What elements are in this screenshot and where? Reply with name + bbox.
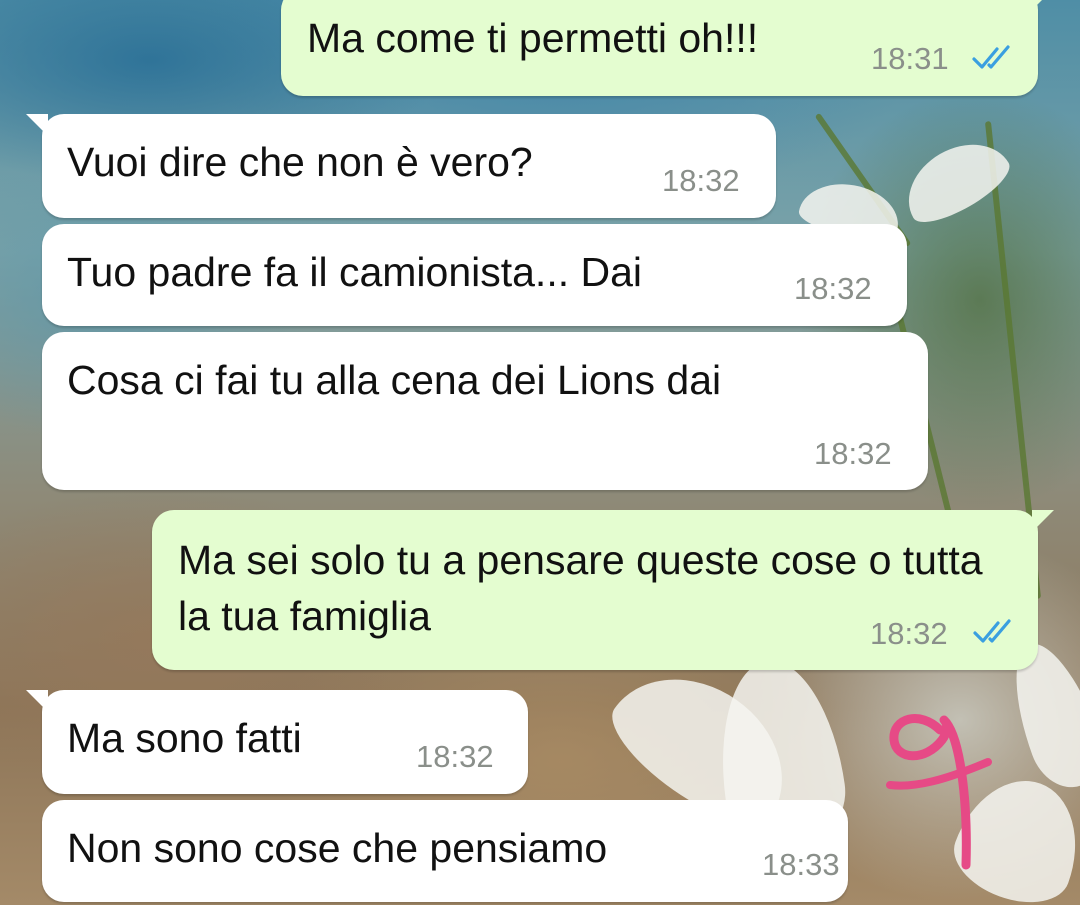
message-bubble-outgoing[interactable]: Ma sei solo tu a pensare queste cose o t… — [152, 510, 1054, 670]
handwritten-scribble-mark — [886, 714, 992, 870]
message-timestamp: 18:32 — [870, 616, 948, 651]
message-bubble-incoming[interactable]: Ma sono fatti 18:32 — [26, 690, 528, 794]
message-timestamp: 18:32 — [794, 271, 872, 306]
message-timestamp: 18:32 — [416, 739, 494, 774]
message-bubble-incoming[interactable]: Tuo padre fa il camionista... Dai 18:32 — [42, 224, 907, 326]
message-bubble-incoming[interactable]: Vuoi dire che non è vero? 18:32 — [26, 114, 776, 218]
message-text: Vuoi dire che non è vero? — [67, 139, 533, 185]
message-timestamp: 18:33 — [762, 847, 840, 882]
message-bubble-incoming[interactable]: Cosa ci fai tu alla cena dei Lions dai 1… — [42, 332, 928, 490]
message-text: Tuo padre fa il camionista... Dai — [67, 249, 643, 295]
bubble-tail — [1032, 0, 1054, 10]
message-bubble-incoming[interactable]: Non sono cose che pensiamo 18:33 — [42, 800, 848, 902]
bubble-tail — [26, 690, 48, 712]
double-check-read-icon — [972, 45, 1010, 69]
message-timestamp: 18:32 — [814, 436, 892, 471]
message-text: Cosa ci fai tu alla cena dei Lions dai — [67, 357, 722, 403]
message-timestamp: 18:32 — [662, 163, 740, 198]
chat-conversation: Ma come ti permetti oh!!! 18:31 Vuoi dir… — [0, 0, 1080, 905]
message-text: Non sono cose che pensiamo — [67, 825, 608, 871]
bubble-tail — [1032, 510, 1054, 532]
message-timestamp: 18:31 — [871, 41, 949, 76]
message-text: Ma come ti permetti oh!!! — [307, 15, 759, 61]
message-bubble-outgoing[interactable]: Ma come ti permetti oh!!! 18:31 — [281, 0, 1054, 96]
message-text: Ma sono fatti — [67, 715, 302, 761]
double-check-read-icon — [973, 619, 1011, 643]
bubble-tail — [26, 114, 48, 136]
